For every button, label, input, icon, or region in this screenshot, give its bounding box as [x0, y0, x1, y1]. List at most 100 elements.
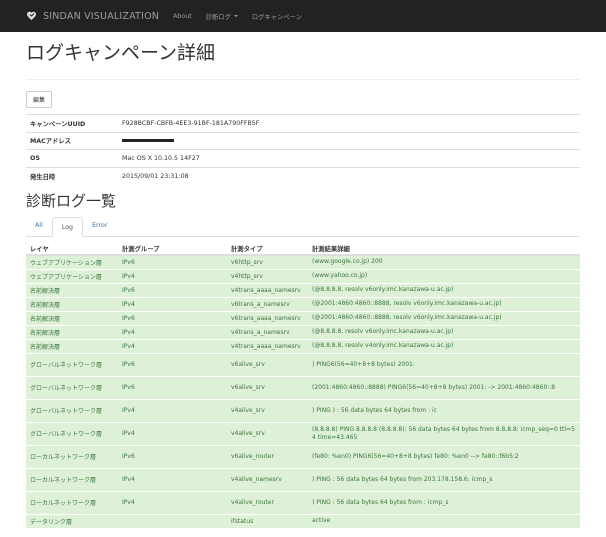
- log-cell-type: ifstatus: [227, 513, 308, 528]
- log-header-row: レイヤ 計測グループ 計測タイプ 計測結果詳細: [26, 242, 580, 256]
- log-cell-type: v4http_srv: [227, 268, 308, 283]
- log-table: レイヤ 計測グループ 計測タイプ 計測結果詳細 ウェブアプリケーション層 IPv6…: [26, 242, 580, 528]
- log-cell-detail: (www.google.co.jp) 200: [308, 254, 580, 269]
- log-cell-type: v4alive_namesrv: [227, 467, 308, 491]
- log-cell-detail: ) PING ) : 56 data bytes 64 bytes from :…: [308, 398, 580, 422]
- log-row: 名前解決層 IPv4 v4trans_a_namesrv (@8.8.8.8, res…: [26, 324, 580, 339]
- info-key: キャンペーンUUID: [26, 114, 118, 132]
- log-cell-layer: グローバルネットワーク層: [26, 352, 118, 376]
- redaction-mark: [122, 138, 174, 142]
- log-cell-group: IPv4: [118, 268, 227, 283]
- log-cell-group: IPv6: [118, 444, 227, 468]
- page-title: ログキャンペーン詳細: [26, 42, 216, 64]
- log-cell-detail: active: [308, 513, 580, 528]
- log-cell-layer: 名前解決層: [26, 338, 118, 353]
- log-cell-layer: ローカルネットワーク層: [26, 490, 118, 514]
- log-cell-group: IPv4: [118, 296, 227, 311]
- caret-down-icon: [233, 15, 238, 17]
- log-cell-type: v6alive_srv: [227, 375, 308, 399]
- log-cell-layer: 名前解決層: [26, 324, 118, 339]
- log-cell-group: IPv4: [118, 421, 227, 445]
- log-cell-type: v4alive_srv: [227, 421, 308, 445]
- log-cell-type: v4trans_aaaa_namesrv: [227, 338, 308, 353]
- nav-diagnosis-log-label: 診断ログ: [205, 13, 231, 21]
- log-cell-detail: ) PING6(56=40+8+8 bytes) 2001:: [308, 352, 580, 376]
- info-row: MACアドレス: [26, 131, 580, 150]
- log-cell-type: v4trans_aaaa_namesrv: [227, 282, 308, 297]
- nav-log-campaign[interactable]: ログキャンペーン: [252, 12, 302, 21]
- info-row: OS Mac OS X 10.10.5 14F27: [26, 149, 580, 167]
- brand-text: SINDAN VISUALIZATION: [43, 10, 160, 22]
- log-cell-layer: ローカルネットワーク層: [26, 444, 118, 468]
- info-key: MACアドレス: [26, 131, 118, 150]
- log-cell-layer: 名前解決層: [26, 310, 118, 325]
- log-cell-type: v4alive_srv: [227, 398, 308, 422]
- log-cell-detail: (@8.8.8.8, resolv v6only.imc.kanazawa-u.…: [308, 282, 580, 297]
- col-header-type[interactable]: 計測タイプ: [227, 242, 308, 256]
- log-cell-layer: グローバルネットワーク層: [26, 398, 118, 422]
- log-cell-layer: ウェブアプリケーション層: [26, 268, 118, 283]
- col-header-layer[interactable]: レイヤ: [26, 242, 118, 256]
- nav-about[interactable]: About: [173, 13, 192, 20]
- log-cell-group: IPv4: [118, 338, 227, 353]
- info-value-redacted: [118, 131, 580, 150]
- log-row: 名前解決層 IPv4 v4trans_aaaa_namesrv (@8.8.8.8, …: [26, 338, 580, 353]
- log-row: ローカルネットワーク層 IPv6 v6alive_router (fe80: %en0…: [26, 444, 580, 468]
- info-value: 2015/09/01 23:31:08: [118, 166, 580, 185]
- col-header-detail[interactable]: 計測結果詳細: [308, 242, 580, 256]
- log-cell-type: v6trans_aaaa_namesrv: [227, 310, 308, 325]
- log-cell-detail: (fe80: %en0) PING6(56=40+8+8 bytes) fe80…: [308, 444, 580, 468]
- log-cell-group: IPv6: [118, 352, 227, 376]
- log-row: ローカルネットワーク層 IPv4 v4alive_router) PING : 56…: [26, 490, 580, 514]
- heart-logo-icon: [27, 11, 36, 21]
- log-cell-group: IPv6: [118, 375, 227, 399]
- info-value: Mac OS X 10.10.5 14F27: [118, 149, 580, 167]
- log-row: グローバルネットワーク層 IPv4 v4alive_srv) PING ) : 56…: [26, 398, 580, 422]
- log-cell-group: IPv6: [118, 310, 227, 325]
- nav-diagnosis-log-dropdown[interactable]: 診断ログ: [206, 12, 238, 21]
- log-cell-detail: (@2001:4860:4860::8888, resolv v6only.im…: [308, 296, 580, 311]
- log-cell-type: v6trans_a_namesrv: [227, 296, 308, 311]
- tab-all[interactable]: All: [26, 216, 52, 236]
- log-cell-layer: 名前解決層: [26, 282, 118, 297]
- log-row: ローカルネットワーク層 IPv4 v4alive_namesrv) PING : 5…: [26, 467, 580, 491]
- log-cell-layer: データリンク層: [26, 513, 118, 528]
- edit-button[interactable]: 編集: [26, 91, 53, 108]
- log-cell-detail: (@2001:4860:4860::8888, resolv v6only.im…: [308, 310, 580, 325]
- log-cell-detail: (www.yahoo.co.jp): [308, 268, 580, 283]
- log-cell-type: v4trans_a_namesrv: [227, 324, 308, 339]
- log-row: ウェブアプリケーション層 IPv4 v4http_srv (www.yahoo.co.…: [26, 268, 580, 283]
- log-cell-layer: 名前解決層: [26, 296, 118, 311]
- log-cell-group: IPv4: [118, 398, 227, 422]
- log-cell-type: v4alive_router: [227, 490, 308, 514]
- log-cell-group: IPv4: [118, 490, 227, 514]
- log-cell-group: [118, 513, 227, 528]
- campaign-info-table: キャンペーンUUID F928BCBF-CBFB-4EE3-91BF-181A7…: [26, 114, 580, 185]
- col-header-group[interactable]: 計測グループ: [118, 242, 227, 256]
- info-value: F928BCBF-CBFB-4EE3-91BF-181A790FFB5F: [118, 114, 580, 132]
- info-row: キャンペーンUUID F928BCBF-CBFB-4EE3-91BF-181A7…: [26, 114, 580, 132]
- log-row: ウェブアプリケーション層 IPv6 v6http_srv (www.google.co…: [26, 254, 580, 269]
- log-cell-detail: ) PING : 56 data bytes 64 bytes from 203…: [308, 467, 580, 491]
- tab-error[interactable]: Error: [83, 216, 116, 236]
- log-cell-layer: ローカルネットワーク層: [26, 467, 118, 491]
- navbar: SINDAN VISUALIZATION About 診断ログ ログキャンペーン: [0, 0, 606, 32]
- log-cell-detail: (8.8.8.8) PING 8.8.8.8 (8.8.8.8): 56 dat…: [308, 421, 580, 445]
- log-cell-detail: ) PING : 56 data bytes 64 bytes from : i…: [308, 490, 580, 514]
- info-key: OS: [26, 149, 118, 167]
- log-cell-type: v6alive_srv: [227, 352, 308, 376]
- log-cell-layer: グローバルネットワーク層: [26, 421, 118, 445]
- log-cell-detail: (@8.8.8.8, resolv v4only.imc.kanazawa-u.…: [308, 338, 580, 353]
- log-row: グローバルネットワーク層 IPv6 v6alive_srv) PING6(56=40…: [26, 352, 580, 376]
- log-cell-group: IPv4: [118, 467, 227, 491]
- log-cell-type: v6alive_router: [227, 444, 308, 468]
- brand[interactable]: SINDAN VISUALIZATION: [26, 10, 159, 22]
- log-cell-detail: (2001:4860:4860::8888) PING6(56=40+8+8 b…: [308, 375, 580, 399]
- log-cell-group: IPv4: [118, 324, 227, 339]
- section-title: 診断ログ一覧: [26, 191, 117, 210]
- log-cell-layer: グローバルネットワーク層: [26, 375, 118, 399]
- tab-log[interactable]: Log: [51, 216, 84, 237]
- info-key: 発生日時: [26, 166, 118, 185]
- info-row: 発生日時 2015/09/01 23:31:08: [26, 166, 580, 185]
- log-cell-detail: (@8.8.8.8, resolv v6only.imc.kanazawa-u.…: [308, 324, 580, 339]
